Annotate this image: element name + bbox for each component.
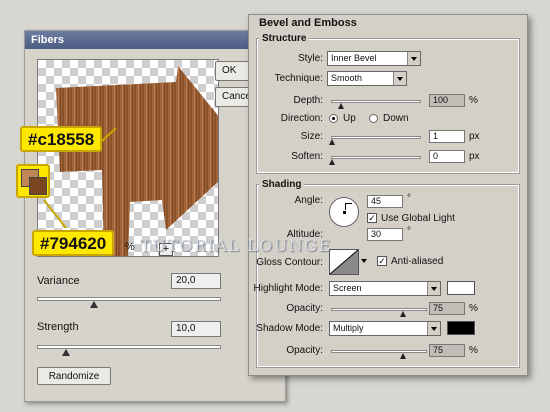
bottom-color-callout: #794620 (32, 230, 115, 256)
background-color-swatch (29, 177, 47, 195)
callout-lines (43, 127, 117, 229)
tutorial-lounge-watermark: TUTORIAL LOUNGE (140, 236, 332, 255)
top-color-callout: #c18558 (20, 126, 103, 152)
color-swatches-icon (16, 164, 50, 198)
